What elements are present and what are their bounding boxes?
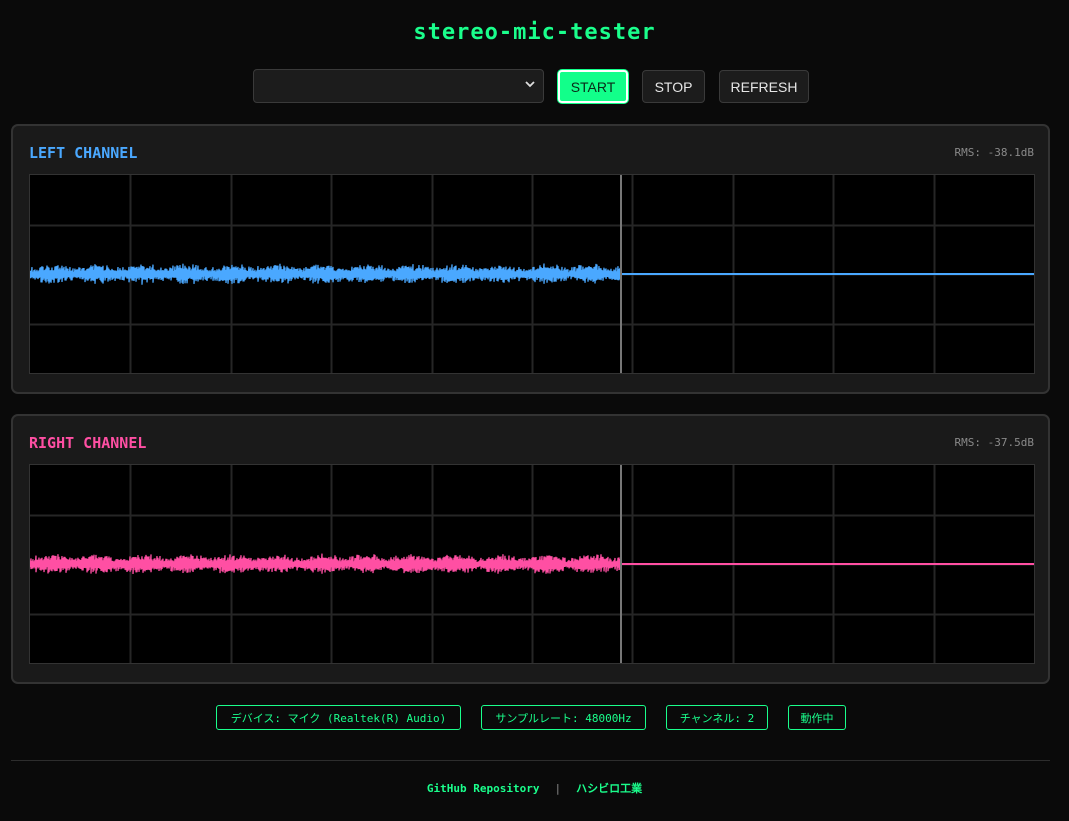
footer: GitHub Repository | ハシビロ工業 — [0, 780, 1069, 796]
github-repository-link[interactable]: GitHub Repository — [427, 782, 540, 795]
left-channel-label: LEFT CHANNEL — [29, 144, 138, 162]
refresh-button[interactable]: REFRESH — [719, 70, 809, 103]
sample-rate-badge: サンプルレート: 48000Hz — [481, 705, 646, 730]
left-rms-readout: RMS: -38.1dB — [954, 146, 1034, 159]
right-channel-panel: RIGHT CHANNEL RMS: -37.5dB — [11, 414, 1050, 684]
status-bar: デバイス: マイク (Realtek(R) Audio) サンプルレート: 48… — [0, 705, 1069, 730]
right-rms-readout: RMS: -37.5dB — [954, 436, 1034, 449]
running-status-badge: 動作中 — [788, 705, 846, 730]
control-bar: START STOP REFRESH — [0, 69, 1069, 103]
left-channel-panel: LEFT CHANNEL RMS: -38.1dB — [11, 124, 1050, 394]
app-title: stereo-mic-tester — [413, 20, 656, 45]
device-badge: デバイス: マイク (Realtek(R) Audio) — [216, 705, 461, 730]
left-waveform-canvas — [30, 175, 1034, 373]
author-link[interactable]: ハシビロ工業 — [576, 782, 642, 795]
right-channel-label: RIGHT CHANNEL — [29, 434, 147, 452]
chevron-down-icon — [525, 81, 535, 88]
left-waveform — [29, 174, 1035, 374]
right-waveform — [29, 464, 1035, 664]
footer-divider — [11, 760, 1050, 761]
stop-button[interactable]: STOP — [642, 70, 705, 103]
right-waveform-canvas — [30, 465, 1034, 663]
device-select[interactable] — [253, 69, 544, 103]
footer-separator: | — [554, 782, 562, 795]
start-button[interactable]: START — [558, 70, 628, 103]
channel-count-badge: チャンネル: 2 — [666, 705, 768, 730]
